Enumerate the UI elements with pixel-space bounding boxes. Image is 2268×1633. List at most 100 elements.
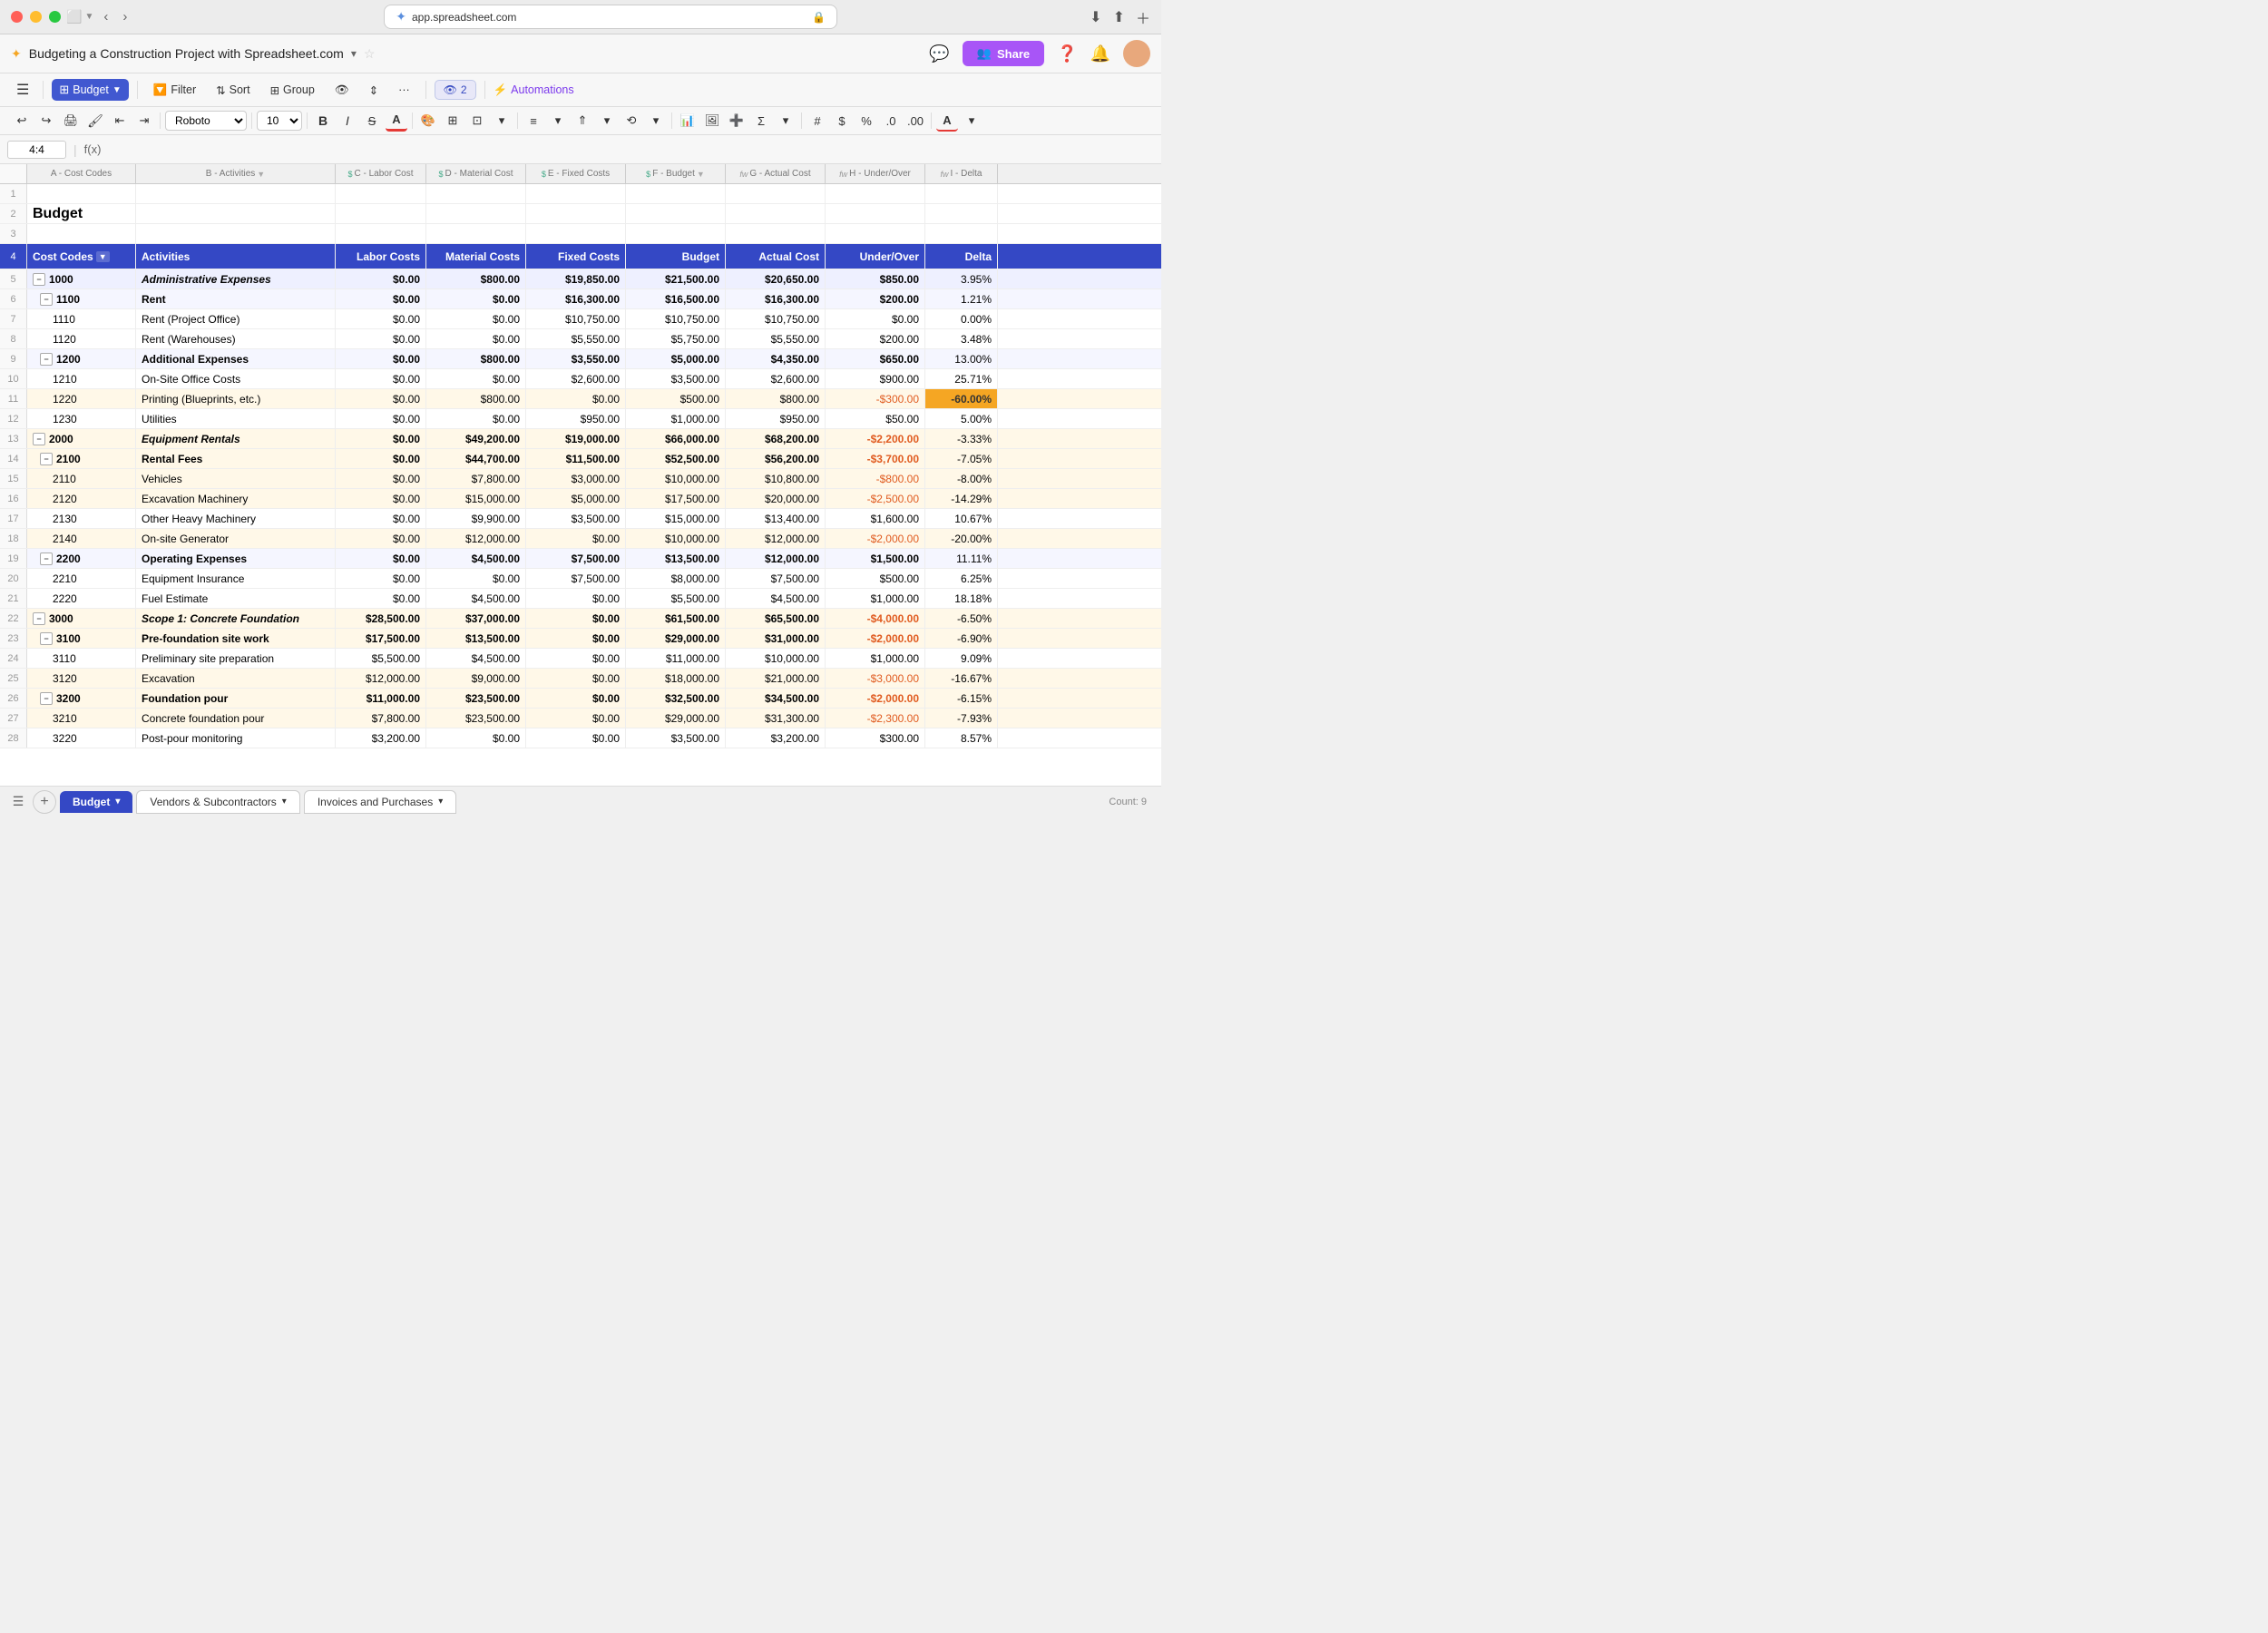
- minimize-button[interactable]: [30, 11, 42, 23]
- row27-under-over[interactable]: -$2,300.00: [826, 709, 925, 728]
- row28-code[interactable]: 3220: [27, 728, 136, 748]
- favorite-icon[interactable]: ☆: [364, 46, 376, 62]
- row21-labor[interactable]: $0.00: [336, 589, 426, 608]
- row23-labor[interactable]: $17,500.00: [336, 629, 426, 648]
- dec-dec-button[interactable]: .0: [880, 110, 902, 132]
- share-button[interactable]: 👥 Share: [963, 41, 1044, 66]
- table-row[interactable]: 18 2140 On-site Generator $0.00 $12,000.…: [0, 529, 1161, 549]
- collapse-icon-5[interactable]: −: [33, 273, 45, 286]
- row1-under[interactable]: [826, 184, 925, 203]
- table-row[interactable]: 4 Cost Codes ▼ Activities Labor Costs Ma…: [0, 244, 1161, 269]
- row19-labor[interactable]: $0.00: [336, 549, 426, 568]
- row17-delta[interactable]: 10.67%: [925, 509, 998, 528]
- row14-activity[interactable]: Rental Fees: [136, 449, 336, 468]
- row16-fixed[interactable]: $5,000.00: [526, 489, 626, 508]
- table-row[interactable]: 10 1210 On-Site Office Costs $0.00 $0.00…: [0, 369, 1161, 389]
- row16-actual[interactable]: $20,000.00: [726, 489, 826, 508]
- row6-fixed[interactable]: $16,300.00: [526, 289, 626, 308]
- row13-activity[interactable]: Equipment Rentals: [136, 429, 336, 448]
- close-button[interactable]: [11, 11, 23, 23]
- collapse-icon-14[interactable]: −: [40, 453, 53, 465]
- help-icon[interactable]: ❓: [1057, 44, 1077, 64]
- table-row[interactable]: 11 1220 Printing (Blueprints, etc.) $0.0…: [0, 389, 1161, 409]
- row20-budget[interactable]: $8,000.00: [626, 569, 726, 588]
- collapse-icon-26[interactable]: −: [40, 692, 53, 705]
- indent-inc-button[interactable]: ⇥: [133, 110, 155, 132]
- row7-activity[interactable]: Rent (Project Office): [136, 309, 336, 328]
- automations-button[interactable]: ⚡ Automations: [494, 83, 574, 97]
- row25-under-over[interactable]: -$3,000.00: [826, 669, 925, 688]
- title-chevron-icon[interactable]: ▾: [351, 47, 357, 60]
- sidebar-toggle[interactable]: ⬜ ▼: [66, 9, 93, 24]
- row19-material[interactable]: $4,500.00: [426, 549, 526, 568]
- download-icon[interactable]: ⬇: [1090, 8, 1101, 26]
- table-row[interactable]: 13 − 2000 Equipment Rentals $0.00 $49,20…: [0, 429, 1161, 449]
- row21-delta[interactable]: 18.18%: [925, 589, 998, 608]
- row13-labor[interactable]: $0.00: [336, 429, 426, 448]
- row23-code[interactable]: − 3100: [27, 629, 136, 648]
- table-row[interactable]: 22 − 3000 Scope 1: Concrete Foundation $…: [0, 609, 1161, 629]
- row11-activity[interactable]: Printing (Blueprints, etc.): [136, 389, 336, 408]
- row19-under-over[interactable]: $1,500.00: [826, 549, 925, 568]
- header-activities[interactable]: Activities: [136, 244, 336, 269]
- row19-fixed[interactable]: $7,500.00: [526, 549, 626, 568]
- col-header-g[interactable]: fw G - Actual Cost: [726, 164, 826, 183]
- row21-actual[interactable]: $4,500.00: [726, 589, 826, 608]
- row19-actual[interactable]: $12,000.00: [726, 549, 826, 568]
- row18-activity[interactable]: On-site Generator: [136, 529, 336, 548]
- row14-under-over[interactable]: -$3,700.00: [826, 449, 925, 468]
- row26-material[interactable]: $23,500.00: [426, 689, 526, 708]
- row7-delta[interactable]: 0.00%: [925, 309, 998, 328]
- row21-material[interactable]: $4,500.00: [426, 589, 526, 608]
- row16-code[interactable]: 2120: [27, 489, 136, 508]
- row8-actual[interactable]: $5,550.00: [726, 329, 826, 348]
- table-row[interactable]: 15 2110 Vehicles $0.00 $7,800.00 $3,000.…: [0, 469, 1161, 489]
- row25-actual[interactable]: $21,000.00: [726, 669, 826, 688]
- undo-button[interactable]: ↩: [11, 110, 33, 132]
- row5-actual[interactable]: $20,650.00: [726, 269, 826, 288]
- row23-actual[interactable]: $31,000.00: [726, 629, 826, 648]
- row7-fixed[interactable]: $10,750.00: [526, 309, 626, 328]
- row17-budget[interactable]: $15,000.00: [626, 509, 726, 528]
- row-height-button[interactable]: ⇕: [362, 80, 386, 101]
- row2-f[interactable]: [626, 204, 726, 223]
- insert-button[interactable]: ➕: [726, 110, 748, 132]
- row5-material[interactable]: $800.00: [426, 269, 526, 288]
- row2-g[interactable]: [726, 204, 826, 223]
- row21-fixed[interactable]: $0.00: [526, 589, 626, 608]
- row6-delta[interactable]: 1.21%: [925, 289, 998, 308]
- row11-fixed[interactable]: $0.00: [526, 389, 626, 408]
- row15-delta[interactable]: -8.00%: [925, 469, 998, 488]
- col-header-c[interactable]: $ C - Labor Cost: [336, 164, 426, 183]
- row1-delta[interactable]: [925, 184, 998, 203]
- row27-budget[interactable]: $29,000.00: [626, 709, 726, 728]
- col-header-a[interactable]: A - Cost Codes: [27, 164, 136, 183]
- row11-labor[interactable]: $0.00: [336, 389, 426, 408]
- row18-material[interactable]: $12,000.00: [426, 529, 526, 548]
- row22-delta[interactable]: -6.50%: [925, 609, 998, 628]
- col-header-i[interactable]: fw I - Delta: [925, 164, 998, 183]
- row24-fixed[interactable]: $0.00: [526, 649, 626, 668]
- row9-code[interactable]: − 1200: [27, 349, 136, 368]
- row28-fixed[interactable]: $0.00: [526, 728, 626, 748]
- dollar-button[interactable]: $: [831, 110, 853, 132]
- row1-code[interactable]: [27, 184, 136, 203]
- strikethrough-button[interactable]: S: [361, 110, 383, 132]
- italic-button[interactable]: I: [337, 110, 358, 132]
- row3-d[interactable]: [426, 224, 526, 243]
- row7-material[interactable]: $0.00: [426, 309, 526, 328]
- tab-budget[interactable]: Budget ▾: [60, 791, 132, 813]
- row6-code[interactable]: − 1100: [27, 289, 136, 308]
- formula-chevron[interactable]: ▾: [775, 110, 797, 132]
- cell-reference-input[interactable]: [7, 141, 66, 159]
- row18-fixed[interactable]: $0.00: [526, 529, 626, 548]
- row14-labor[interactable]: $0.00: [336, 449, 426, 468]
- row17-fixed[interactable]: $3,500.00: [526, 509, 626, 528]
- percent-button[interactable]: %: [855, 110, 877, 132]
- view-count-badge[interactable]: 👁 2: [435, 80, 476, 100]
- collapse-icon-22[interactable]: −: [33, 612, 45, 625]
- row16-delta[interactable]: -14.29%: [925, 489, 998, 508]
- row24-labor[interactable]: $5,500.00: [336, 649, 426, 668]
- row11-actual[interactable]: $800.00: [726, 389, 826, 408]
- row9-activity[interactable]: Additional Expenses: [136, 349, 336, 368]
